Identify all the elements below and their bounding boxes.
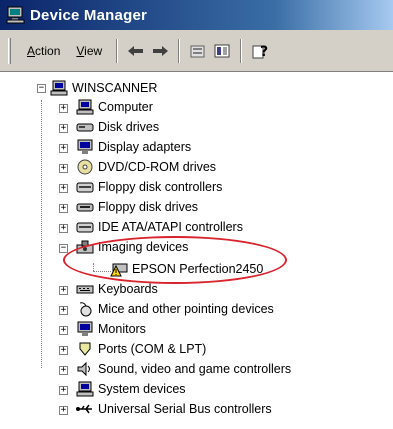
sound-expand-toggle[interactable]: + (59, 366, 68, 375)
tree-item-label: Disk drives (98, 120, 160, 134)
keyboards-expand-toggle[interactable]: + (59, 286, 68, 295)
tree-item-computer[interactable]: Computer (76, 97, 153, 117)
forward-arrow-icon (153, 45, 169, 56)
tree-item-floppy-controllers[interactable]: Floppy disk controllers (76, 177, 222, 197)
device-manager-window: Device Manager Action View ? − WINSCANNE… (0, 0, 393, 429)
tree-item-label: Sound, video and game controllers (98, 362, 292, 376)
floppy-controllers-expand-toggle[interactable]: + (59, 184, 68, 193)
tree-item-mice[interactable]: Mice and other pointing devices (76, 299, 274, 319)
tree-item-system-devices[interactable]: System devices (76, 379, 186, 399)
tree-root-label: WINSCANNER (72, 81, 158, 95)
computer-icon (76, 99, 94, 115)
window-title: Device Manager (30, 6, 148, 24)
help-button[interactable]: ? (248, 39, 272, 63)
tree-item-ide-controllers[interactable]: IDE ATA/ATAPI controllers (76, 217, 243, 237)
computer-monitor-icon (6, 6, 25, 24)
back-button[interactable] (124, 39, 148, 63)
tree-item-usb[interactable]: Universal Serial Bus controllers (76, 399, 272, 419)
display-adapters-expand-toggle[interactable]: + (59, 144, 68, 153)
tree-item-label: System devices (98, 382, 186, 396)
forward-button[interactable] (148, 39, 172, 63)
tree-item-label: Ports (COM & LPT) (98, 342, 207, 356)
menu-toolbar: Action View ? (0, 30, 393, 72)
tree-item-label: Display adapters (98, 140, 192, 154)
tree-item-label: Monitors (98, 322, 146, 336)
properties-button[interactable] (186, 39, 210, 63)
tree-item-label: DVD/CD-ROM drives (98, 160, 217, 174)
tree-root-winscanner[interactable]: WINSCANNER (50, 78, 157, 98)
properties-icon (190, 45, 205, 57)
toolbar-separator (116, 38, 119, 63)
monitors-expand-toggle[interactable]: + (59, 326, 68, 335)
tree-item-display-adapters[interactable]: Display adapters (76, 137, 191, 157)
menu-action[interactable]: Action (19, 41, 68, 61)
back-arrow-icon (128, 45, 144, 56)
keyboard-icon (76, 285, 94, 294)
cdrom-icon (77, 159, 93, 175)
toolbar-grip[interactable] (8, 37, 11, 64)
system-device-icon (76, 381, 94, 397)
tree-item-monitors[interactable]: Monitors (76, 319, 146, 339)
title-bar[interactable]: Device Manager (0, 0, 393, 30)
tree-item-floppy-drives[interactable]: Floppy disk drives (76, 197, 198, 217)
tree-item-ports[interactable]: Ports (COM & LPT) (76, 339, 206, 359)
disk-drives-expand-toggle[interactable]: + (59, 124, 68, 133)
ide-controllers-expand-toggle[interactable]: + (59, 224, 68, 233)
tree-item-label: Computer (98, 100, 153, 114)
annotation-highlight-circle (63, 236, 287, 284)
tree-item-label: Universal Serial Bus controllers (98, 402, 272, 416)
tree-item-label: Floppy disk controllers (98, 180, 223, 194)
mice-expand-toggle[interactable]: + (59, 306, 68, 315)
tree-item-dvd-cdrom[interactable]: DVD/CD-ROM drives (76, 157, 216, 177)
sound-icon (77, 361, 90, 377)
display-adapter-icon (77, 139, 93, 154)
tree-item-sound[interactable]: Sound, video and game controllers (76, 359, 291, 379)
tree-item-label: IDE ATA/ATAPI controllers (98, 220, 243, 234)
system-devices-expand-toggle[interactable]: + (59, 386, 68, 395)
svg-text:?: ? (260, 44, 268, 59)
tree-item-label: Floppy disk drives (98, 200, 199, 214)
monitor-icon (77, 321, 93, 336)
usb-expand-toggle[interactable]: + (59, 406, 68, 415)
toolbar-separator (240, 38, 243, 63)
view-toggle-icon (214, 44, 230, 57)
controller-icon (76, 182, 94, 193)
tree-item-disk-drives[interactable]: Disk drives (76, 117, 159, 137)
view-toggle-button[interactable] (210, 39, 234, 63)
imaging-devices-collapse-toggle[interactable]: − (59, 244, 68, 253)
mouse-icon (79, 302, 92, 317)
ports-expand-toggle[interactable]: + (59, 346, 68, 355)
floppy-drive-icon (76, 203, 94, 212)
toolbar-separator (178, 38, 181, 63)
menu-action-label: Action (27, 43, 61, 58)
dvd-cdrom-expand-toggle[interactable]: + (59, 164, 68, 173)
usb-icon (76, 404, 92, 414)
computer-icon (50, 80, 68, 96)
menu-view[interactable]: View (68, 41, 110, 61)
root-collapse-toggle[interactable]: − (37, 84, 46, 93)
tree-item-label: Keyboards (98, 282, 158, 296)
computer-expand-toggle[interactable]: + (59, 104, 68, 113)
port-icon (79, 342, 91, 356)
tree-trunk-line (41, 100, 42, 368)
tree-item-label: Mice and other pointing devices (98, 302, 274, 316)
disk-drive-icon (76, 123, 94, 132)
floppy-drives-expand-toggle[interactable]: + (59, 204, 68, 213)
menu-view-label: View (76, 43, 103, 58)
controller-icon (76, 222, 94, 233)
help-icon: ? (252, 44, 268, 59)
